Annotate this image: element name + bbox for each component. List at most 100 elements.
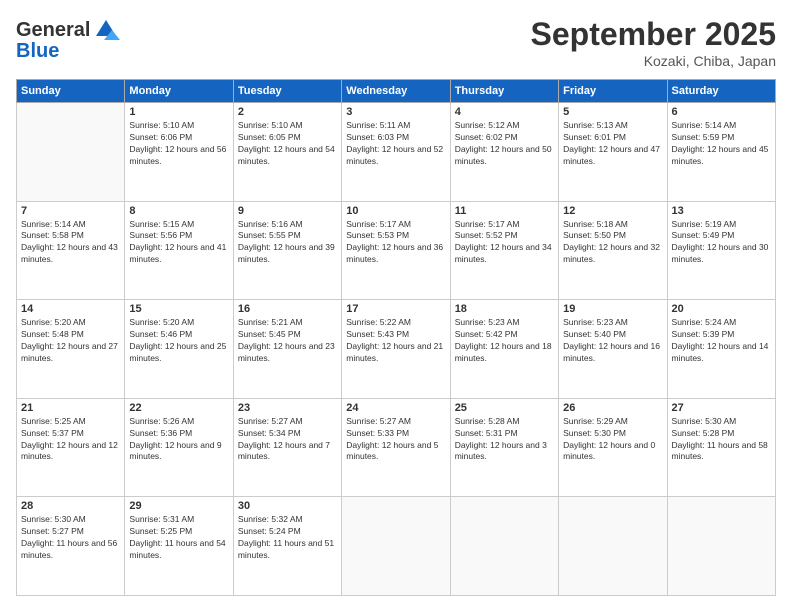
day-number: 9 bbox=[238, 205, 337, 217]
daylight-text: Daylight: 12 hours and 7 minutes. bbox=[238, 440, 330, 462]
day-number: 6 bbox=[672, 106, 771, 118]
header: General Blue September 2025 Kozaki, Chib… bbox=[16, 16, 776, 69]
daylight-text: Daylight: 12 hours and 52 minutes. bbox=[346, 144, 443, 166]
sunset-text: Sunset: 5:49 PM bbox=[672, 230, 735, 240]
table-row: 3 Sunrise: 5:11 AM Sunset: 6:03 PM Dayli… bbox=[342, 103, 450, 202]
sunrise-text: Sunrise: 5:22 AM bbox=[346, 317, 411, 327]
sunrise-text: Sunrise: 5:10 AM bbox=[238, 120, 303, 130]
daylight-text: Daylight: 12 hours and 18 minutes. bbox=[455, 341, 552, 363]
sunset-text: Sunset: 5:53 PM bbox=[346, 230, 409, 240]
day-info: Sunrise: 5:18 AM Sunset: 5:50 PM Dayligh… bbox=[563, 219, 662, 267]
day-info: Sunrise: 5:20 AM Sunset: 5:48 PM Dayligh… bbox=[21, 317, 120, 365]
logo: General Blue bbox=[16, 16, 120, 63]
col-wednesday: Wednesday bbox=[342, 80, 450, 103]
day-info: Sunrise: 5:17 AM Sunset: 5:53 PM Dayligh… bbox=[346, 219, 445, 267]
sunset-text: Sunset: 5:34 PM bbox=[238, 428, 301, 438]
sunset-text: Sunset: 5:36 PM bbox=[129, 428, 192, 438]
sunrise-text: Sunrise: 5:19 AM bbox=[672, 219, 737, 229]
table-row: 9 Sunrise: 5:16 AM Sunset: 5:55 PM Dayli… bbox=[233, 201, 341, 300]
table-row: 16 Sunrise: 5:21 AM Sunset: 5:45 PM Dayl… bbox=[233, 300, 341, 399]
table-row: 2 Sunrise: 5:10 AM Sunset: 6:05 PM Dayli… bbox=[233, 103, 341, 202]
table-row: 10 Sunrise: 5:17 AM Sunset: 5:53 PM Dayl… bbox=[342, 201, 450, 300]
table-row: 14 Sunrise: 5:20 AM Sunset: 5:48 PM Dayl… bbox=[17, 300, 125, 399]
col-saturday: Saturday bbox=[667, 80, 775, 103]
table-row bbox=[667, 497, 775, 596]
daylight-text: Daylight: 12 hours and 36 minutes. bbox=[346, 242, 443, 264]
day-number: 30 bbox=[238, 500, 337, 512]
sunset-text: Sunset: 6:01 PM bbox=[563, 132, 626, 142]
sunset-text: Sunset: 5:39 PM bbox=[672, 329, 735, 339]
table-row: 22 Sunrise: 5:26 AM Sunset: 5:36 PM Dayl… bbox=[125, 398, 233, 497]
sunset-text: Sunset: 6:05 PM bbox=[238, 132, 301, 142]
sunset-text: Sunset: 5:58 PM bbox=[21, 230, 84, 240]
day-number: 1 bbox=[129, 106, 228, 118]
daylight-text: Daylight: 11 hours and 58 minutes. bbox=[672, 440, 768, 462]
sunset-text: Sunset: 5:40 PM bbox=[563, 329, 626, 339]
sunrise-text: Sunrise: 5:11 AM bbox=[346, 120, 410, 130]
daylight-text: Daylight: 12 hours and 54 minutes. bbox=[238, 144, 335, 166]
sunrise-text: Sunrise: 5:17 AM bbox=[346, 219, 411, 229]
sunset-text: Sunset: 5:33 PM bbox=[346, 428, 409, 438]
daylight-text: Daylight: 12 hours and 45 minutes. bbox=[672, 144, 769, 166]
day-info: Sunrise: 5:22 AM Sunset: 5:43 PM Dayligh… bbox=[346, 317, 445, 365]
day-info: Sunrise: 5:32 AM Sunset: 5:24 PM Dayligh… bbox=[238, 514, 337, 562]
sunset-text: Sunset: 5:59 PM bbox=[672, 132, 735, 142]
day-number: 12 bbox=[563, 205, 662, 217]
sunrise-text: Sunrise: 5:30 AM bbox=[21, 514, 86, 524]
day-info: Sunrise: 5:28 AM Sunset: 5:31 PM Dayligh… bbox=[455, 416, 554, 464]
day-number: 22 bbox=[129, 402, 228, 414]
table-row: 1 Sunrise: 5:10 AM Sunset: 6:06 PM Dayli… bbox=[125, 103, 233, 202]
sunset-text: Sunset: 5:42 PM bbox=[455, 329, 518, 339]
title-block: September 2025 Kozaki, Chiba, Japan bbox=[531, 16, 776, 69]
daylight-text: Daylight: 12 hours and 21 minutes. bbox=[346, 341, 443, 363]
sunset-text: Sunset: 5:46 PM bbox=[129, 329, 192, 339]
daylight-text: Daylight: 12 hours and 25 minutes. bbox=[129, 341, 226, 363]
sunrise-text: Sunrise: 5:23 AM bbox=[455, 317, 520, 327]
sunrise-text: Sunrise: 5:27 AM bbox=[346, 416, 411, 426]
daylight-text: Daylight: 12 hours and 3 minutes. bbox=[455, 440, 547, 462]
table-row: 19 Sunrise: 5:23 AM Sunset: 5:40 PM Dayl… bbox=[559, 300, 667, 399]
day-number: 18 bbox=[455, 303, 554, 315]
day-info: Sunrise: 5:23 AM Sunset: 5:42 PM Dayligh… bbox=[455, 317, 554, 365]
day-info: Sunrise: 5:17 AM Sunset: 5:52 PM Dayligh… bbox=[455, 219, 554, 267]
daylight-text: Daylight: 11 hours and 54 minutes. bbox=[129, 538, 225, 560]
sunrise-text: Sunrise: 5:15 AM bbox=[129, 219, 194, 229]
sunset-text: Sunset: 5:25 PM bbox=[129, 526, 192, 536]
table-row: 26 Sunrise: 5:29 AM Sunset: 5:30 PM Dayl… bbox=[559, 398, 667, 497]
sunrise-text: Sunrise: 5:23 AM bbox=[563, 317, 628, 327]
day-info: Sunrise: 5:27 AM Sunset: 5:34 PM Dayligh… bbox=[238, 416, 337, 464]
day-number: 11 bbox=[455, 205, 554, 217]
daylight-text: Daylight: 12 hours and 39 minutes. bbox=[238, 242, 335, 264]
table-row: 15 Sunrise: 5:20 AM Sunset: 5:46 PM Dayl… bbox=[125, 300, 233, 399]
sunset-text: Sunset: 5:30 PM bbox=[563, 428, 626, 438]
sunrise-text: Sunrise: 5:26 AM bbox=[129, 416, 194, 426]
sunset-text: Sunset: 6:02 PM bbox=[455, 132, 518, 142]
daylight-text: Daylight: 12 hours and 30 minutes. bbox=[672, 242, 769, 264]
table-row: 24 Sunrise: 5:27 AM Sunset: 5:33 PM Dayl… bbox=[342, 398, 450, 497]
table-row: 29 Sunrise: 5:31 AM Sunset: 5:25 PM Dayl… bbox=[125, 497, 233, 596]
day-info: Sunrise: 5:12 AM Sunset: 6:02 PM Dayligh… bbox=[455, 120, 554, 168]
sunrise-text: Sunrise: 5:31 AM bbox=[129, 514, 194, 524]
sunrise-text: Sunrise: 5:24 AM bbox=[672, 317, 737, 327]
daylight-text: Daylight: 12 hours and 5 minutes. bbox=[346, 440, 438, 462]
day-info: Sunrise: 5:11 AM Sunset: 6:03 PM Dayligh… bbox=[346, 120, 445, 168]
sunrise-text: Sunrise: 5:14 AM bbox=[672, 120, 737, 130]
sunset-text: Sunset: 6:06 PM bbox=[129, 132, 192, 142]
table-row bbox=[342, 497, 450, 596]
day-number: 15 bbox=[129, 303, 228, 315]
sunrise-text: Sunrise: 5:27 AM bbox=[238, 416, 303, 426]
table-row: 18 Sunrise: 5:23 AM Sunset: 5:42 PM Dayl… bbox=[450, 300, 558, 399]
daylight-text: Daylight: 12 hours and 43 minutes. bbox=[21, 242, 118, 264]
location: Kozaki, Chiba, Japan bbox=[531, 53, 776, 69]
calendar-week-row: 28 Sunrise: 5:30 AM Sunset: 5:27 PM Dayl… bbox=[17, 497, 776, 596]
day-info: Sunrise: 5:13 AM Sunset: 6:01 PM Dayligh… bbox=[563, 120, 662, 168]
table-row: 21 Sunrise: 5:25 AM Sunset: 5:37 PM Dayl… bbox=[17, 398, 125, 497]
calendar: Sunday Monday Tuesday Wednesday Thursday… bbox=[16, 79, 776, 596]
day-info: Sunrise: 5:31 AM Sunset: 5:25 PM Dayligh… bbox=[129, 514, 228, 562]
sunrise-text: Sunrise: 5:29 AM bbox=[563, 416, 628, 426]
sunrise-text: Sunrise: 5:10 AM bbox=[129, 120, 194, 130]
daylight-text: Daylight: 11 hours and 51 minutes. bbox=[238, 538, 334, 560]
day-info: Sunrise: 5:15 AM Sunset: 5:56 PM Dayligh… bbox=[129, 219, 228, 267]
table-row: 25 Sunrise: 5:28 AM Sunset: 5:31 PM Dayl… bbox=[450, 398, 558, 497]
daylight-text: Daylight: 12 hours and 27 minutes. bbox=[21, 341, 118, 363]
